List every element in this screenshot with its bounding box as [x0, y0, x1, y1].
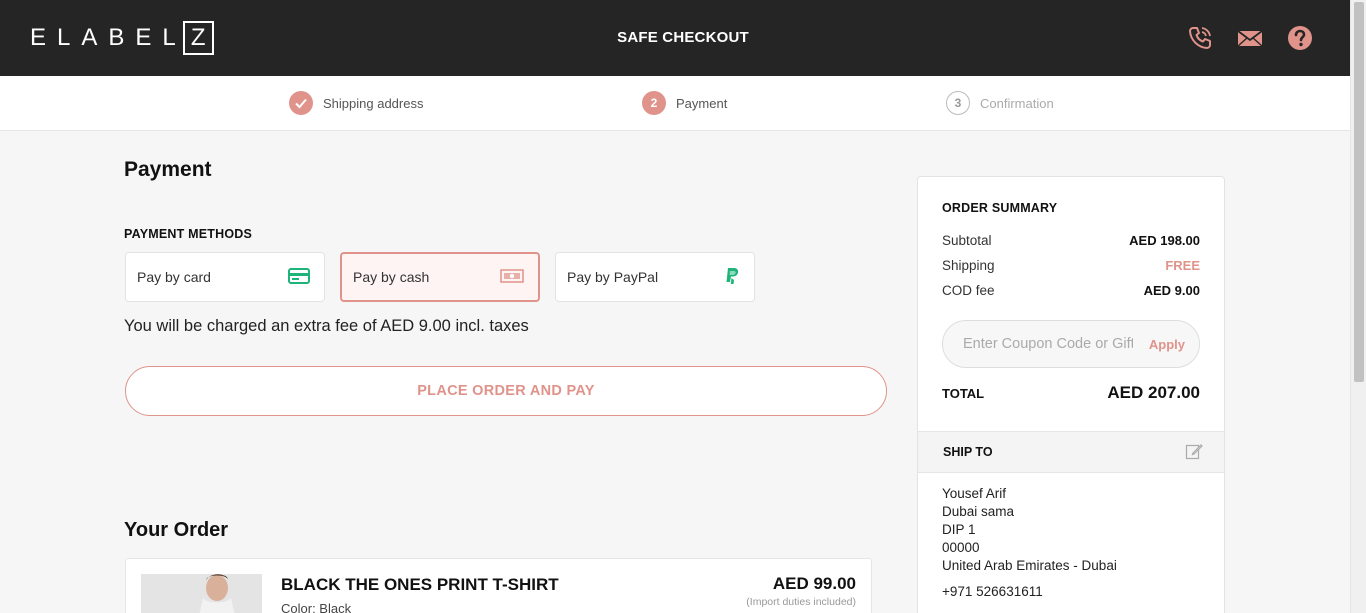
- step-shipping-address[interactable]: Shipping address: [289, 91, 423, 115]
- help-icon[interactable]: [1286, 24, 1314, 52]
- payment-method-label: Pay by card: [137, 269, 211, 285]
- total-label: TOTAL: [942, 386, 985, 401]
- payment-method-label: Pay by cash: [353, 269, 430, 285]
- ship-to-header: SHIP TO: [918, 431, 1224, 473]
- product-name: BLACK THE ONES PRINT T-SHIRT: [281, 575, 559, 594]
- order-summary-title: ORDER SUMMARY: [942, 201, 1058, 215]
- step-payment: 2 Payment: [642, 91, 727, 115]
- subtotal-label: Subtotal: [942, 233, 992, 248]
- phone-icon[interactable]: [1186, 24, 1214, 52]
- ship-to-title: SHIP TO: [943, 445, 993, 459]
- check-icon: [289, 91, 313, 115]
- payment-heading: Payment: [124, 158, 212, 181]
- cod-fee-label: COD fee: [942, 283, 995, 298]
- step-confirmation: 3 Confirmation: [946, 91, 1054, 115]
- subtotal-value: AED 198.00: [1129, 233, 1200, 248]
- cash-icon: [500, 268, 524, 287]
- ship-to-phone: +971 526631611: [942, 584, 1043, 599]
- payment-method-label: Pay by PayPal: [567, 269, 659, 285]
- order-item: BLACK THE ONES PRINT T-SHIRT Color: Blac…: [125, 558, 872, 613]
- step-number: 3: [946, 91, 970, 115]
- product-image[interactable]: [141, 574, 262, 613]
- ship-to-address-line1: Dubai sama: [942, 504, 1015, 519]
- your-order-heading: Your Order: [124, 519, 229, 541]
- coupon-input[interactable]: [963, 336, 1133, 352]
- page-title: SAFE CHECKOUT: [617, 29, 749, 46]
- ship-to-country: United Arab Emirates - Dubai: [942, 558, 1117, 573]
- payment-methods-label: PAYMENT METHODS: [124, 227, 253, 241]
- product-color: Color: Black: [281, 601, 352, 613]
- cod-fee-value: AED 9.00: [1143, 283, 1200, 298]
- scrollbar-thumb[interactable]: [1354, 2, 1364, 382]
- subtotal-row: Subtotal AED 198.00: [942, 233, 1200, 248]
- step-label: Shipping address: [323, 95, 424, 111]
- step-label: Payment: [676, 95, 728, 111]
- paypal-icon: [724, 267, 740, 288]
- shipping-row: Shipping FREE: [942, 258, 1200, 273]
- edit-icon[interactable]: [1185, 442, 1203, 460]
- place-order-button[interactable]: PLACE ORDER AND PAY: [125, 366, 887, 416]
- shipping-label: Shipping: [942, 258, 995, 273]
- total-row: TOTAL AED 207.00: [942, 383, 1200, 403]
- pay-by-card-option[interactable]: Pay by card: [125, 252, 325, 302]
- ship-to-postcode: 00000: [942, 540, 980, 555]
- step-number: 2: [642, 91, 666, 115]
- page-scrollbar[interactable]: [1350, 0, 1366, 613]
- step-label: Confirmation: [980, 95, 1054, 111]
- shipping-value: FREE: [1165, 258, 1200, 273]
- apply-coupon-button[interactable]: Apply: [1149, 337, 1185, 352]
- credit-card-icon: [288, 267, 310, 287]
- import-duty-note: (Import duties included): [746, 596, 856, 608]
- ship-to-name: Yousef Arif: [942, 486, 1007, 501]
- cod-fee-note: You will be charged an extra fee of AED …: [124, 317, 529, 335]
- ship-to-address-line2: DIP 1: [942, 522, 976, 537]
- product-price: AED 99.00: [772, 574, 856, 593]
- cod-fee-row: COD fee AED 9.00: [942, 283, 1200, 298]
- header-bar: ELABEL Z SAFE CHECKOUT: [0, 0, 1350, 76]
- total-value: AED 207.00: [1107, 383, 1200, 402]
- pay-by-cash-option[interactable]: Pay by cash: [340, 252, 540, 302]
- order-summary-panel: ORDER SUMMARY Subtotal AED 198.00 Shippi…: [917, 176, 1225, 613]
- coupon-field: Apply: [942, 320, 1200, 368]
- pay-by-paypal-option[interactable]: Pay by PayPal: [555, 252, 755, 302]
- mail-icon[interactable]: [1236, 24, 1264, 52]
- checkout-steps: Shipping address 2 Payment 3 Confirmatio…: [0, 76, 1350, 131]
